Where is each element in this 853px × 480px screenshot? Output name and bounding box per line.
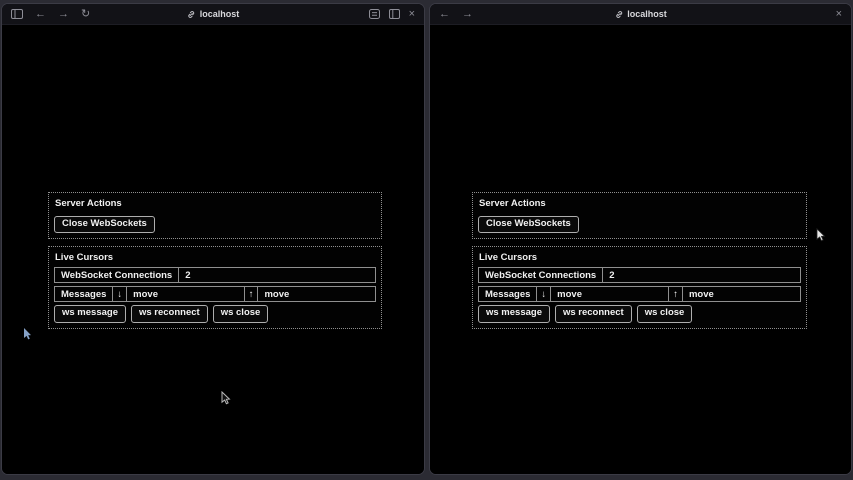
live-cursors-title: Live Cursors [55, 252, 376, 263]
titlebar-right-actions: × [836, 9, 842, 20]
forward-icon[interactable]: → [58, 9, 69, 20]
reload-icon[interactable]: ↻ [81, 9, 90, 20]
live-cursors-title: Live Cursors [479, 252, 801, 263]
messages-label: Messages [55, 287, 113, 301]
connections-value: 2 [603, 268, 800, 282]
address-bar[interactable]: localhost [187, 4, 240, 24]
arrow-up-icon: ↑ [669, 287, 683, 301]
titlebar-right-nav: ← → [439, 9, 473, 20]
ws-message-button[interactable]: ws message [54, 305, 126, 322]
reader-view-icon[interactable] [369, 9, 380, 19]
live-cursors-panel: Live Cursors WebSocket Connections 2 Mes… [48, 246, 382, 328]
ws-reconnect-button[interactable]: ws reconnect [555, 305, 632, 322]
connections-value: 2 [179, 268, 375, 282]
last-message-up: move [258, 287, 375, 301]
browser-window-right: ← → localhost × Server Actions Close Web… [429, 3, 852, 475]
server-actions-title: Server Actions [479, 198, 801, 209]
ws-close-button[interactable]: ws close [637, 305, 693, 322]
titlebar-left[interactable]: ← → ↻ localhost [2, 4, 424, 25]
page-title: localhost [200, 9, 240, 19]
server-actions-panel: Server Actions Close WebSockets [48, 192, 382, 239]
link-icon [614, 10, 623, 19]
arrow-down-icon: ↓ [537, 287, 551, 301]
messages-label: Messages [479, 287, 537, 301]
messages-row: Messages ↓ move ↑ move [478, 286, 801, 302]
server-actions-title: Server Actions [55, 198, 376, 209]
ws-buttons-row: ws message ws reconnect ws close [54, 305, 376, 322]
arrow-up-icon: ↑ [245, 287, 259, 301]
address-bar[interactable]: localhost [614, 4, 667, 24]
last-message-down: move [551, 287, 669, 301]
page-content-right: Server Actions Close WebSockets Live Cur… [430, 25, 851, 475]
titlebar-right[interactable]: ← → localhost × [430, 4, 851, 25]
titlebar-left-actions: × [369, 9, 415, 20]
link-icon [187, 10, 196, 19]
ws-close-button[interactable]: ws close [213, 305, 269, 322]
back-icon[interactable]: ← [439, 9, 450, 20]
panels-left: Server Actions Close WebSockets Live Cur… [48, 192, 382, 329]
ws-message-button[interactable]: ws message [478, 305, 550, 322]
last-message-down: move [127, 287, 245, 301]
connections-row: WebSocket Connections 2 [478, 267, 801, 283]
sidebar-toggle-icon[interactable] [11, 9, 23, 19]
last-message-up: move [683, 287, 800, 301]
messages-row: Messages ↓ move ↑ move [54, 286, 376, 302]
connections-label: WebSocket Connections [479, 268, 603, 282]
server-actions-panel: Server Actions Close WebSockets [472, 192, 807, 239]
back-icon[interactable]: ← [35, 9, 46, 20]
ws-buttons-row: ws message ws reconnect ws close [478, 305, 801, 322]
close-websockets-button[interactable]: Close WebSockets [54, 216, 155, 233]
close-icon[interactable]: × [409, 9, 415, 20]
connections-label: WebSocket Connections [55, 268, 179, 282]
tab-overview-icon[interactable] [389, 9, 400, 19]
ws-reconnect-button[interactable]: ws reconnect [131, 305, 208, 322]
page-title: localhost [627, 9, 667, 19]
close-icon[interactable]: × [836, 9, 842, 20]
browser-window-left: ← → ↻ localhost [1, 3, 425, 475]
titlebar-left-nav: ← → ↻ [11, 9, 90, 20]
forward-icon[interactable]: → [462, 9, 473, 20]
arrow-down-icon: ↓ [113, 287, 127, 301]
panels-right: Server Actions Close WebSockets Live Cur… [472, 192, 807, 329]
close-websockets-button[interactable]: Close WebSockets [478, 216, 579, 233]
live-cursors-panel: Live Cursors WebSocket Connections 2 Mes… [472, 246, 807, 328]
connections-row: WebSocket Connections 2 [54, 267, 376, 283]
page-content-left: Server Actions Close WebSockets Live Cur… [2, 25, 424, 475]
